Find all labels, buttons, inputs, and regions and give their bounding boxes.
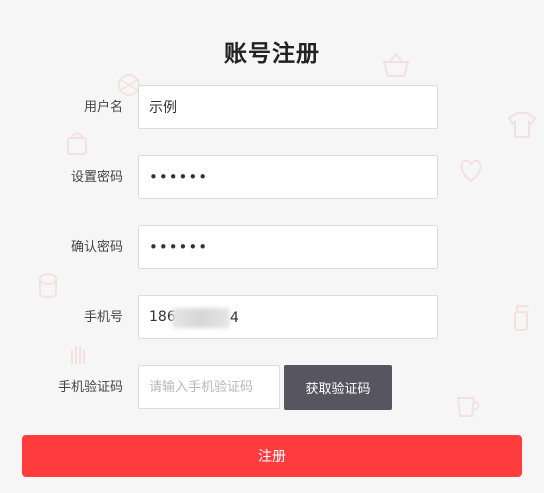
confirm-password-label: 确认密码 — [70, 240, 123, 255]
hand-icon — [71, 346, 85, 364]
phone-redaction — [172, 308, 230, 328]
verification-label: 手机验证码 — [57, 380, 123, 395]
phone-row: 手机号 4 — [0, 295, 544, 341]
register-button[interactable]: 注册 — [22, 435, 522, 477]
verification-row: 手机验证码 获取验证码 — [0, 365, 544, 411]
get-code-button[interactable]: 获取验证码 — [284, 365, 392, 410]
password-label: 设置密码 — [70, 170, 123, 185]
phone-suffix: 4 — [230, 310, 239, 326]
bag-icon — [67, 132, 87, 155]
username-input[interactable] — [138, 85, 438, 129]
verification-code-input[interactable] — [138, 365, 280, 409]
confirm-password-input[interactable] — [138, 225, 438, 269]
phone-label: 手机号 — [83, 310, 123, 325]
password-row: 设置密码 — [0, 155, 544, 201]
password-input[interactable] — [138, 155, 438, 199]
username-label: 用户名 — [83, 100, 123, 115]
confirm-password-row: 确认密码 — [0, 225, 544, 271]
username-row: 用户名 — [0, 85, 544, 131]
page-title: 账号注册 — [224, 41, 320, 67]
